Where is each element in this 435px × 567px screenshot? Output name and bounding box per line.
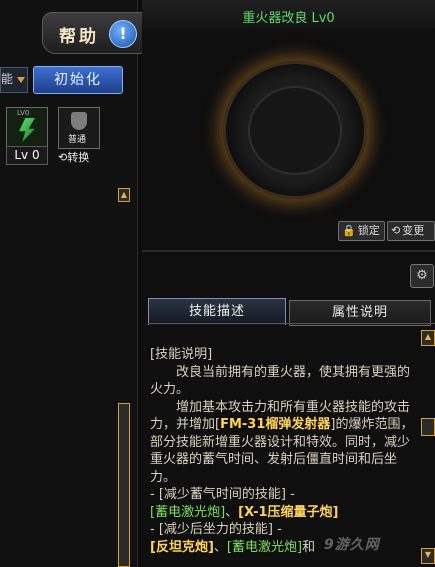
skill-slot-level-text: LV0 bbox=[17, 109, 30, 117]
swap-icon: ⟲ bbox=[58, 151, 68, 164]
help-tab[interactable]: 帮助 ! bbox=[42, 12, 154, 54]
shield-icon bbox=[71, 112, 87, 130]
section-divider bbox=[142, 250, 435, 252]
p2-highlight: FM-31榴弹发射器 bbox=[220, 417, 331, 432]
initialize-button[interactable]: 初始化 bbox=[33, 66, 123, 94]
lock-label: 锁定 bbox=[357, 224, 380, 237]
scroll-thumb[interactable] bbox=[118, 403, 130, 567]
change-label: 变更 bbox=[402, 224, 425, 237]
group1-title: - [减少蓄气时间的技能] - bbox=[150, 487, 295, 502]
group2-sep: 、 bbox=[213, 539, 227, 555]
skill-title: 重火器改良 Lv0 bbox=[242, 11, 335, 26]
group1-skill-b: [X-1压缩量子炮] bbox=[238, 504, 339, 520]
dropdown-label: 能 bbox=[1, 72, 14, 86]
left-panel: 能 初始化 LV0 Lv 0 普通 ⟲转换 ▲ bbox=[0, 0, 138, 567]
help-icon[interactable]: ! bbox=[109, 20, 137, 48]
group2-tail: 和 bbox=[302, 539, 316, 555]
swap-icon: ⟲ bbox=[391, 224, 401, 237]
swap-label-text: 转换 bbox=[67, 151, 90, 164]
weapon-emblem bbox=[223, 61, 367, 199]
left-scrollbar[interactable]: ▲ bbox=[118, 188, 130, 567]
description-scrollbar[interactable]: ▲ ▼ bbox=[421, 330, 435, 567]
tab-underline bbox=[148, 323, 435, 324]
description-heading: [技能说明] bbox=[150, 347, 213, 362]
description-p2: 增加基本攻击力和所有重火器技能的攻击力，并增加[FM-31榴弹发射器]的爆炸范围… bbox=[150, 399, 420, 487]
swap-label[interactable]: ⟲转换 bbox=[58, 149, 106, 165]
tab-skill-description[interactable]: 技能描述 bbox=[148, 298, 286, 325]
group2-skill-b: [蓄电激光炮] bbox=[226, 539, 303, 555]
scroll-thumb[interactable] bbox=[421, 418, 435, 436]
gear-icon[interactable]: ⚙ bbox=[410, 264, 434, 288]
skill-slot[interactable]: LV0 bbox=[6, 107, 48, 149]
swap-slot-text: 普通 bbox=[68, 135, 87, 145]
lock-button[interactable]: 🔒 锁定 bbox=[338, 221, 385, 241]
scroll-up-button[interactable]: ▲ bbox=[118, 188, 130, 202]
description-p1: 改良当前拥有的重火器，使其拥有更强的火力。 bbox=[150, 364, 411, 398]
chevron-down-icon bbox=[17, 77, 25, 83]
help-label: 帮助 bbox=[59, 27, 99, 47]
group1-sep: 、 bbox=[225, 504, 239, 520]
slot-level: Lv 0 bbox=[6, 146, 48, 165]
change-button[interactable]: ⟲ 变更 bbox=[387, 221, 435, 241]
watermark: 9游久网 bbox=[324, 537, 380, 553]
swap-slot[interactable]: 普通 bbox=[58, 107, 100, 149]
scroll-down-button[interactable]: ▼ bbox=[421, 548, 435, 564]
filter-dropdown[interactable]: 能 bbox=[0, 67, 28, 93]
skill-description: [技能说明] 改良当前拥有的重火器，使其拥有更强的火力。 增加基本攻击力和所有重… bbox=[150, 346, 420, 556]
group1-skill-a: [蓄电激光炮] bbox=[150, 504, 226, 520]
group1-skills: [蓄电激光炮]、[X-1压缩量子炮] bbox=[150, 504, 420, 522]
group2-skill-a: [反坦克炮] bbox=[150, 539, 214, 555]
title-bar: 重火器改良 Lv0 bbox=[142, 0, 435, 28]
lock-icon: 🔒 bbox=[342, 224, 356, 237]
heavy-weapon-skill-icon bbox=[19, 118, 35, 142]
emblem-inner bbox=[248, 86, 342, 175]
scroll-up-button[interactable]: ▲ bbox=[421, 330, 435, 346]
